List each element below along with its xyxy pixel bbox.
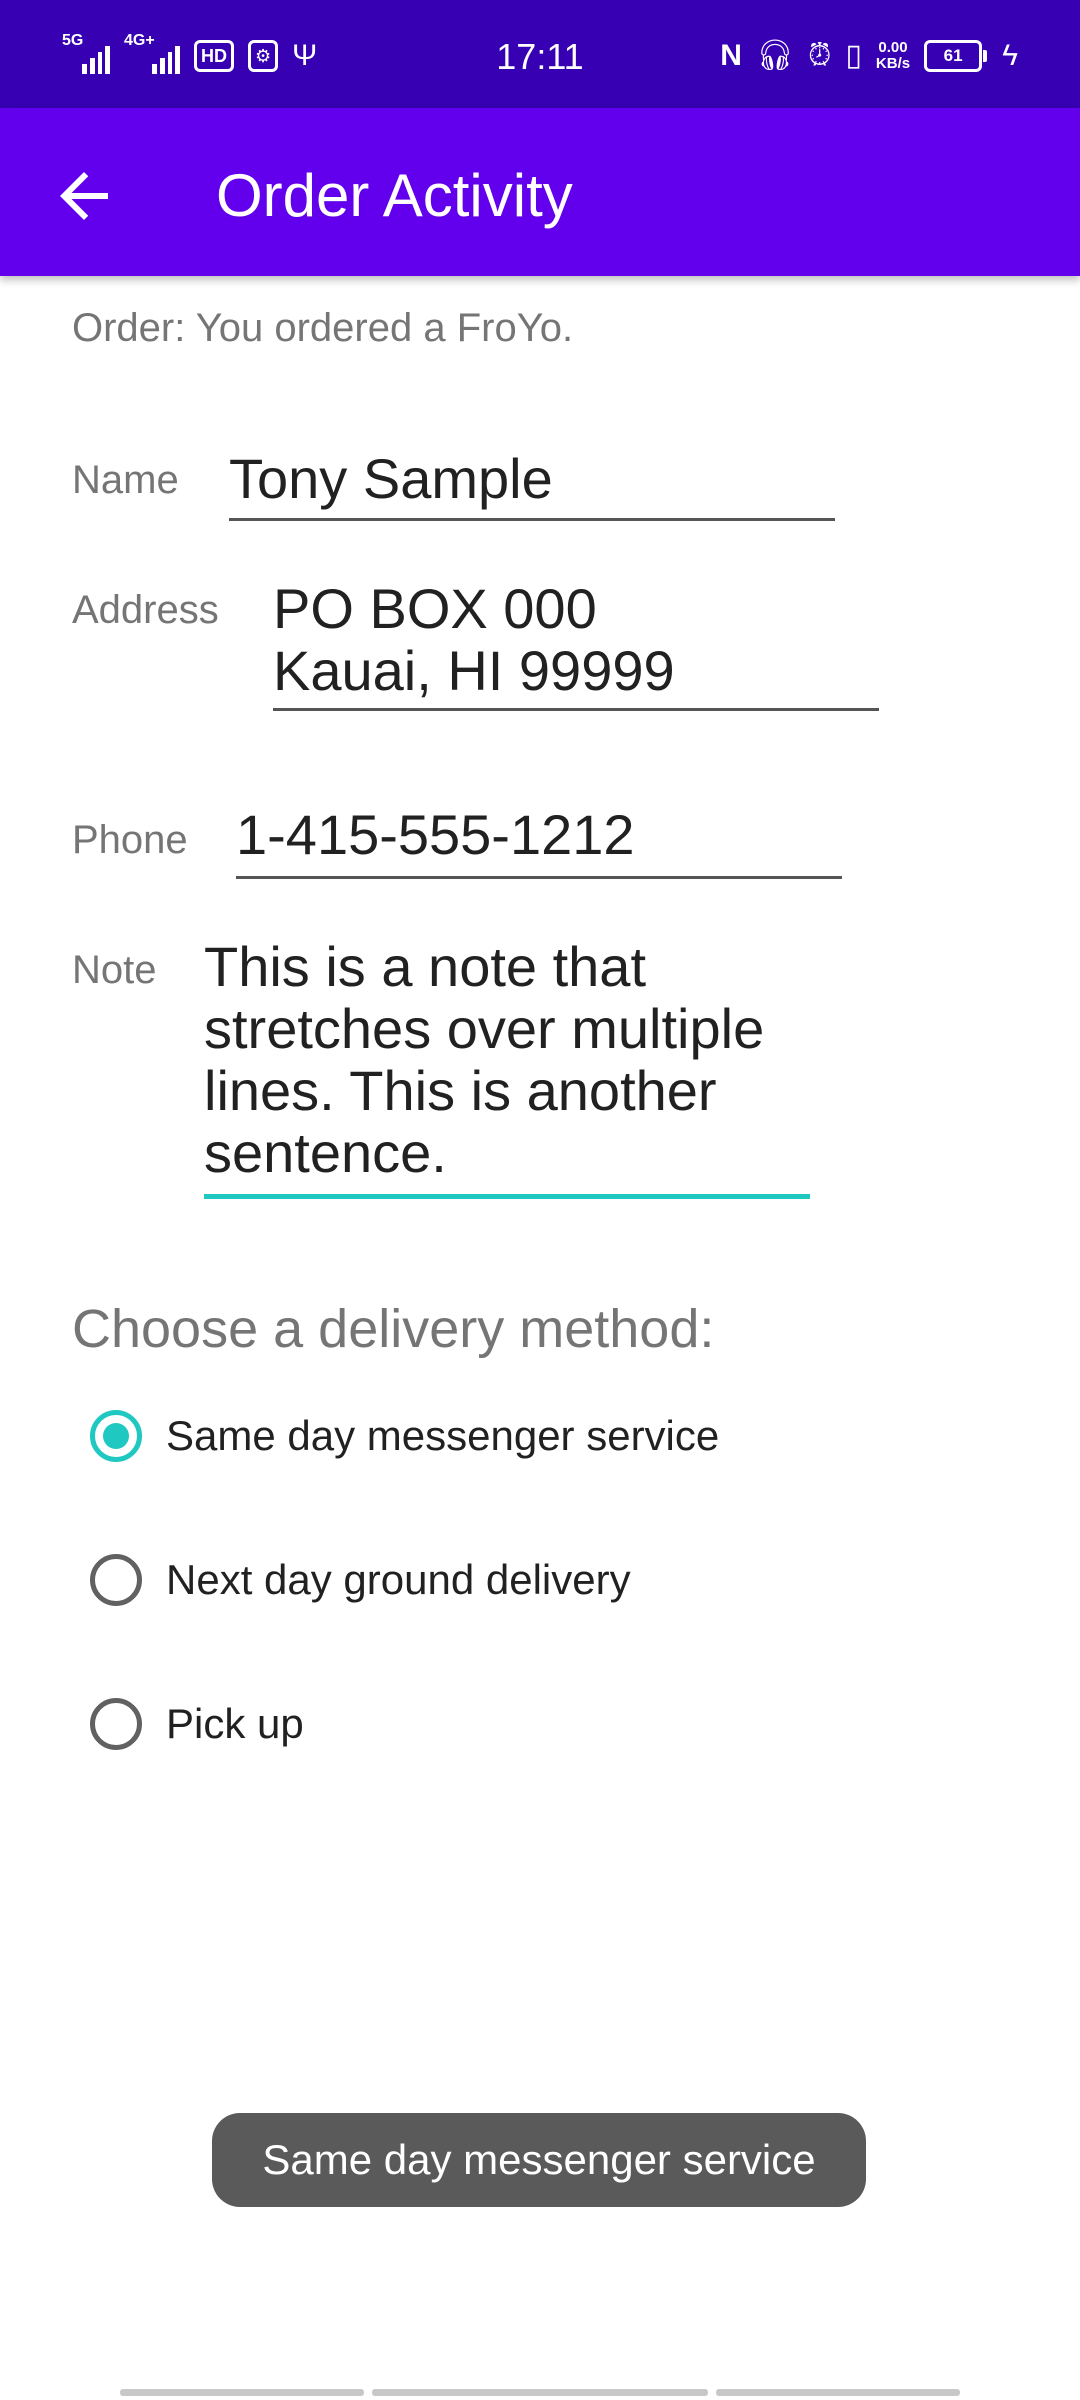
nav-gesture-bar-left[interactable] — [120, 2389, 364, 2396]
data-rate-unit: KB/s — [875, 54, 911, 72]
alarm-icon: ⏰︎ — [808, 38, 832, 72]
address-label: Address — [72, 588, 219, 632]
status-bar: 5G 4G+ HD ⚙ Ψ 17:11 N 🎧︎ ⏰︎ ▯ 0.00 KB/s … — [0, 0, 1080, 108]
name-label: Name — [72, 458, 179, 502]
phone-label: Phone — [72, 818, 188, 862]
phone-field[interactable]: 1-415-555-1212 — [236, 804, 842, 879]
back-button[interactable] — [48, 160, 120, 232]
headphones-icon: 🎧︎ — [755, 39, 794, 72]
data-rate: 0.00 KB/s — [875, 38, 911, 72]
vibrate-icon: ▯ — [845, 39, 862, 72]
nav-gesture-bar-center[interactable] — [372, 2389, 708, 2396]
note-field[interactable]: This is a note that stretches over multi… — [204, 936, 810, 1199]
radio-pick-up[interactable]: Pick up — [90, 1692, 304, 1756]
delivery-title: Choose a delivery method: — [72, 1299, 715, 1359]
name-field[interactable]: Tony Sample — [229, 448, 835, 521]
radio-button[interactable] — [90, 1698, 142, 1750]
address-field[interactable]: PO BOX 000 Kauai, HI 99999 — [273, 578, 879, 711]
toast-message: Same day messenger service — [212, 2113, 866, 2207]
radio-next-day[interactable]: Next day ground delivery — [90, 1548, 631, 1612]
data-rate-value: 0.00 — [878, 38, 908, 56]
address-line-1: PO BOX 000 — [273, 577, 597, 640]
radio-label: Same day messenger service — [166, 1412, 720, 1459]
nfc-icon: N — [720, 38, 742, 72]
radio-button[interactable] — [90, 1554, 142, 1606]
charging-icon: ϟ — [1002, 38, 1018, 72]
radio-same-day[interactable]: Same day messenger service — [90, 1404, 719, 1468]
radio-button-checked[interactable] — [90, 1410, 142, 1462]
page-title: Order Activity — [216, 162, 573, 229]
nav-gesture-bar-right[interactable] — [716, 2389, 960, 2396]
radio-label: Next day ground delivery — [166, 1556, 631, 1603]
address-line-2: Kauai, HI 99999 — [273, 639, 675, 702]
status-right-icons: N 🎧︎ ⏰︎ ▯ 0.00 KB/s 61 ϟ — [720, 38, 1018, 73]
order-summary: Order: You ordered a FroYo. — [72, 306, 574, 350]
battery-icon: 61 — [924, 39, 988, 72]
arrow-back-icon — [60, 172, 108, 220]
app-bar: Order Activity — [0, 108, 1080, 276]
note-label: Note — [72, 948, 157, 992]
radio-label: Pick up — [166, 1700, 304, 1747]
